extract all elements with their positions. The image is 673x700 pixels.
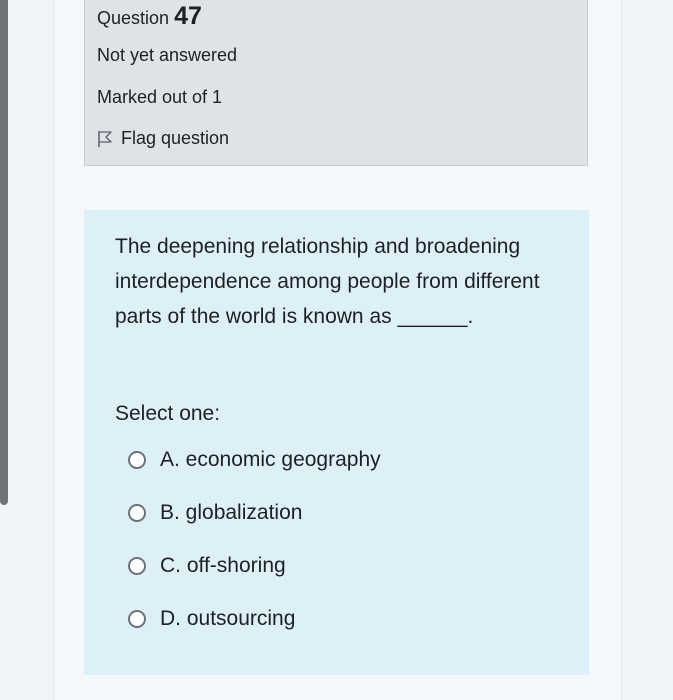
radio-icon[interactable] [128, 557, 146, 575]
flag-label: Flag question [121, 128, 230, 148]
select-one-prompt: Select one: [115, 402, 221, 425]
question-info-panel: Question 47 Not yet answered Marked out … [84, 0, 588, 166]
flag-question-link[interactable]: Flag question [97, 128, 229, 149]
option-d[interactable]: D. outsourcing [128, 607, 295, 631]
radio-icon[interactable] [128, 504, 146, 522]
question-title: Question 47 [97, 2, 202, 31]
radio-icon[interactable] [128, 451, 146, 469]
option-c[interactable]: C. off-shoring [128, 554, 286, 578]
quiz-page: Question 47 Not yet answered Marked out … [0, 0, 673, 700]
option-label: C. off-shoring [160, 554, 286, 577]
radio-icon[interactable] [128, 610, 146, 628]
flag-icon [98, 130, 112, 147]
marks-info: Marked out of 1 [97, 87, 223, 107]
option-label: A. economic geography [160, 448, 381, 471]
question-panel: The deepening relationship and broadenin… [84, 210, 589, 675]
question-text: The deepening relationship and broadenin… [115, 235, 540, 328]
question-number: 47 [174, 2, 202, 30]
scroll-indicator[interactable] [0, 0, 8, 505]
option-label: B. globalization [160, 501, 303, 524]
option-a[interactable]: A. economic geography [128, 448, 381, 472]
option-b[interactable]: B. globalization [128, 501, 302, 525]
option-label: D. outsourcing [160, 607, 296, 630]
answer-status: Not yet answered [97, 45, 238, 65]
question-label: Question [97, 8, 170, 28]
